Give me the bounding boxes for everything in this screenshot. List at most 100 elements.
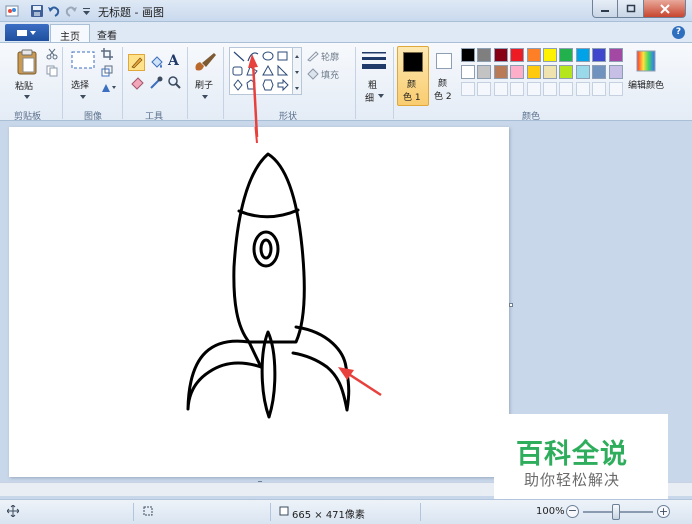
color-palette bbox=[461, 48, 627, 100]
palette-swatch[interactable] bbox=[559, 65, 574, 79]
dropdown-arrow-icon bbox=[202, 95, 208, 99]
copy-icon[interactable] bbox=[46, 65, 58, 77]
palette-swatch[interactable] bbox=[559, 48, 574, 62]
magnifier-icon[interactable] bbox=[167, 75, 182, 90]
cut-icon[interactable] bbox=[46, 48, 58, 60]
size-button[interactable]: 粗 细 bbox=[359, 46, 389, 106]
color-picker-icon[interactable] bbox=[149, 75, 164, 90]
palette-swatch[interactable] bbox=[510, 48, 525, 62]
palette-swatch[interactable] bbox=[526, 65, 541, 79]
save-icon[interactable] bbox=[30, 4, 44, 18]
red-arrow-top-overlay bbox=[248, 54, 259, 138]
palette-swatch[interactable] bbox=[543, 65, 557, 79]
brushes-label: 刷子 bbox=[195, 81, 214, 91]
palette-swatch[interactable] bbox=[526, 48, 541, 62]
menu-icon bbox=[17, 29, 36, 36]
maximize-button[interactable] bbox=[618, 0, 644, 18]
palette-empty-swatch[interactable] bbox=[526, 82, 541, 96]
window-controls bbox=[592, 0, 686, 18]
tab-view[interactable]: 查看 bbox=[88, 24, 126, 42]
close-button[interactable] bbox=[644, 0, 686, 18]
eraser-icon[interactable] bbox=[130, 75, 145, 90]
palette-empty-swatch[interactable] bbox=[477, 82, 492, 96]
palette-swatch[interactable] bbox=[510, 65, 525, 79]
select-icon bbox=[71, 51, 95, 69]
palette-empty-swatch[interactable] bbox=[608, 82, 623, 96]
app-menu-button[interactable] bbox=[5, 24, 49, 41]
size-label-line1: 粗 bbox=[368, 81, 378, 91]
dropdown-arrow-icon bbox=[80, 95, 86, 99]
text-tool-icon[interactable]: A bbox=[168, 53, 179, 69]
divider bbox=[122, 47, 123, 119]
undo-icon[interactable] bbox=[47, 4, 61, 18]
maximize-icon bbox=[626, 4, 635, 12]
tab-home[interactable]: 主页 bbox=[50, 24, 90, 43]
fill-label: 填充 bbox=[321, 71, 340, 81]
minimize-button[interactable] bbox=[592, 0, 618, 18]
palette-empty-swatch[interactable] bbox=[575, 82, 590, 96]
palette-empty-swatch[interactable] bbox=[461, 82, 475, 96]
color2-label-line1: 颜 bbox=[438, 79, 448, 89]
color2-label-line2: 色 2 bbox=[434, 92, 452, 102]
watermark-title: 百科全说 bbox=[516, 439, 628, 470]
palette-swatch[interactable] bbox=[575, 65, 590, 79]
help-icon[interactable]: ? bbox=[672, 26, 685, 39]
select-label: 选择 bbox=[71, 81, 90, 91]
canvas-dimensions: 665 × 471像素 bbox=[292, 510, 365, 521]
drawing-canvas[interactable] bbox=[9, 56, 509, 477]
select-button[interactable]: 选择 bbox=[68, 46, 98, 106]
customize-toolbar-icon[interactable] bbox=[80, 4, 94, 18]
color1-swatch bbox=[403, 52, 423, 72]
color2-button[interactable]: 颜 色 2 bbox=[431, 46, 459, 106]
selection-size-icon bbox=[143, 506, 153, 516]
brushes-button[interactable]: 刷子 bbox=[191, 46, 219, 106]
resize-icon[interactable] bbox=[101, 65, 113, 77]
outline-label: 轮廓 bbox=[321, 53, 340, 63]
palette-empty-swatch[interactable] bbox=[543, 82, 557, 96]
edit-colors-label: 编辑颜色 bbox=[628, 81, 665, 91]
rocket-left-fin bbox=[186, 339, 263, 411]
palette-swatch[interactable] bbox=[461, 48, 475, 62]
palette-swatch[interactable] bbox=[575, 48, 590, 62]
status-bar: 665 × 471像素 100% − + bbox=[0, 499, 692, 524]
fill-bucket-icon[interactable] bbox=[149, 55, 164, 70]
rocket-center-fin bbox=[260, 330, 277, 419]
palette-swatch[interactable] bbox=[592, 48, 607, 62]
palette-swatch[interactable] bbox=[543, 48, 557, 62]
palette-swatch[interactable] bbox=[493, 65, 508, 79]
fill-button[interactable]: 填充 bbox=[306, 67, 350, 81]
redo-icon[interactable] bbox=[64, 4, 78, 18]
canvas-size-icon bbox=[279, 506, 289, 516]
palette-swatch[interactable] bbox=[477, 48, 492, 62]
color1-button[interactable]: 颜 色 1 bbox=[397, 46, 429, 106]
palette-swatch[interactable] bbox=[592, 65, 607, 79]
outline-icon bbox=[307, 51, 319, 62]
close-icon bbox=[659, 3, 670, 14]
zoom-out-button[interactable]: − bbox=[566, 505, 579, 518]
rocket-window-outer bbox=[252, 230, 280, 268]
palette-empty-swatch[interactable] bbox=[592, 82, 607, 96]
red-arrows bbox=[248, 56, 382, 397]
zoom-slider-thumb[interactable] bbox=[612, 504, 620, 520]
zoom-in-button[interactable]: + bbox=[657, 505, 670, 518]
palette-swatch[interactable] bbox=[493, 48, 508, 62]
palette-empty-swatch[interactable] bbox=[559, 82, 574, 96]
crop-icon[interactable] bbox=[101, 48, 113, 60]
palette-swatch[interactable] bbox=[477, 65, 492, 79]
paste-button[interactable]: 粘贴 bbox=[10, 46, 44, 106]
outline-button[interactable]: 轮廓 bbox=[306, 49, 350, 63]
palette-swatch[interactable] bbox=[608, 48, 623, 62]
palette-empty-swatch[interactable] bbox=[510, 82, 525, 96]
shapes-scroll[interactable] bbox=[293, 47, 302, 95]
divider bbox=[355, 47, 356, 119]
palette-empty-swatch[interactable] bbox=[493, 82, 508, 96]
palette-swatch[interactable] bbox=[608, 65, 623, 79]
dropdown-arrow-icon bbox=[378, 94, 384, 98]
rotate-icon[interactable] bbox=[100, 82, 118, 94]
resize-handle-right[interactable] bbox=[509, 303, 513, 307]
palette-swatch[interactable] bbox=[461, 65, 475, 79]
pencil-tool[interactable] bbox=[128, 54, 145, 71]
edit-colors-button[interactable]: 编辑颜色 bbox=[627, 46, 667, 106]
rocket-band bbox=[237, 208, 300, 219]
paint-app-icon[interactable] bbox=[5, 4, 19, 18]
